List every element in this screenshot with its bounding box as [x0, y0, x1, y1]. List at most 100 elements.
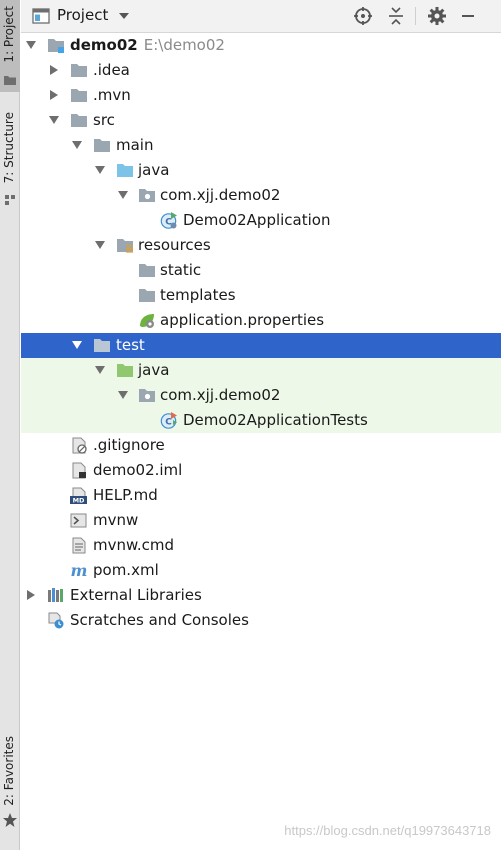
expanded-arrow-icon[interactable]: [71, 339, 83, 351]
module-name: demo02: [70, 36, 138, 54]
folder-icon: [94, 339, 110, 352]
tree-row-static[interactable]: static: [21, 258, 501, 283]
tree-row-gitignore[interactable]: .gitignore: [21, 433, 501, 458]
tree-item-label: .mvn: [93, 86, 131, 104]
tree-row-resources[interactable]: resources: [21, 233, 501, 258]
tree-row-main[interactable]: main: [21, 133, 501, 158]
module-folder-icon: [48, 39, 64, 53]
expanded-arrow-icon[interactable]: [94, 364, 106, 376]
tree-item-label: Demo02ApplicationTests: [183, 411, 368, 429]
tree-row-demo02[interactable]: demo02 E:\demo02: [21, 33, 501, 58]
tree-item-label: application.properties: [160, 311, 325, 329]
expanded-arrow-icon[interactable]: [94, 164, 106, 176]
tree-item-label: demo02 E:\demo02: [70, 36, 225, 54]
expanded-arrow-icon[interactable]: [71, 139, 83, 151]
project-tool-tab[interactable]: 1: Project: [0, 0, 20, 92]
structure-icon: [5, 195, 15, 205]
tree-item-label: demo02.iml: [93, 461, 183, 479]
tree-item-label: mvnw: [93, 511, 139, 529]
module-path: E:\demo02: [143, 36, 225, 54]
svg-text:C: C: [165, 418, 172, 428]
tree-item-label: .idea: [93, 61, 130, 79]
tree-item-label: templates: [160, 286, 236, 304]
tree-row-mvnw-cmd[interactable]: mvnw.cmd: [21, 533, 501, 558]
svg-text:m: m: [71, 562, 88, 579]
tree-row-application-properties[interactable]: application.properties: [21, 308, 501, 333]
tree-item-label: com.xjj.demo02: [160, 386, 281, 404]
locate-target-icon[interactable]: [352, 5, 374, 27]
source-root-folder-icon: [117, 164, 133, 177]
tree-item-label: pom.xml: [93, 561, 159, 579]
tree-item-label: Scratches and Consoles: [70, 611, 249, 629]
collapse-all-icon[interactable]: [385, 5, 407, 27]
tree-row-main-java[interactable]: java: [21, 158, 501, 183]
tree-row-idea[interactable]: .idea: [21, 58, 501, 83]
markdown-file-icon: MD: [70, 487, 87, 505]
tree-item-label: External Libraries: [70, 586, 202, 604]
maven-icon: m: [71, 562, 88, 579]
tree-row-demo02application[interactable]: C Demo02Application: [21, 208, 501, 233]
iml-file-icon: [72, 462, 86, 479]
tree-row-test[interactable]: test: [21, 333, 501, 358]
structure-tool-tab[interactable]: 7: Structure: [0, 110, 20, 210]
favorites-tool-tab[interactable]: 2: Favorites: [0, 730, 20, 840]
project-folder-icon: [4, 76, 16, 85]
tree-item-label: java: [138, 161, 170, 179]
folder-icon: [71, 64, 87, 77]
expanded-arrow-icon[interactable]: [117, 389, 129, 401]
left-tool-strip: 1: Project 7: Structure 2: Favorites: [0, 0, 20, 850]
minimize-icon[interactable]: [457, 5, 479, 27]
expanded-arrow-icon[interactable]: [117, 189, 129, 201]
folder-icon: [94, 139, 110, 152]
expanded-arrow-icon[interactable]: [48, 114, 60, 126]
tree-row-test-package[interactable]: com.xjj.demo02: [21, 383, 501, 408]
project-view-icon: [32, 8, 50, 24]
favorites-tab-label: 2: Favorites: [2, 736, 16, 806]
tree-row-main-package[interactable]: com.xjj.demo02: [21, 183, 501, 208]
tree-row-templates[interactable]: templates: [21, 283, 501, 308]
expanded-arrow-icon[interactable]: [94, 239, 106, 251]
tree-item-label: java: [138, 361, 170, 379]
structure-tab-label: 7: Structure: [2, 112, 16, 184]
test-class-icon: C: [160, 412, 177, 429]
tree-row-mvn[interactable]: .mvn: [21, 83, 501, 108]
expanded-arrow-icon[interactable]: [25, 39, 37, 51]
tree-item-label: mvnw.cmd: [93, 536, 175, 554]
folder-icon: [71, 114, 87, 127]
scratches-icon: [48, 612, 64, 629]
project-view-title[interactable]: Project: [57, 6, 108, 24]
collapsed-arrow-icon[interactable]: [48, 89, 60, 101]
tree-row-help-md[interactable]: MD HELP.md: [21, 483, 501, 508]
tree-item-label: Demo02Application: [183, 211, 331, 229]
folder-icon: [139, 289, 155, 302]
folder-icon: [139, 264, 155, 277]
test-root-folder-icon: [117, 364, 133, 377]
tree-row-src[interactable]: src: [21, 108, 501, 133]
collapsed-arrow-icon[interactable]: [48, 64, 60, 76]
libraries-icon: [48, 588, 63, 602]
tree-row-scratches-and-consoles[interactable]: Scratches and Consoles: [21, 608, 501, 633]
tree-row-mvnw[interactable]: mvnw: [21, 508, 501, 533]
spring-properties-icon: [140, 314, 154, 328]
watermark-text: https://blog.csdn.net/q19973643718: [284, 823, 491, 838]
tree-row-test-java[interactable]: java: [21, 358, 501, 383]
svg-text:MD: MD: [73, 497, 85, 505]
folder-icon: [71, 89, 87, 102]
star-icon: [3, 813, 17, 827]
tree-row-external-libraries[interactable]: External Libraries: [21, 583, 501, 608]
spring-boot-class-icon: C: [160, 212, 177, 229]
package-icon: [139, 389, 155, 402]
ignored-file-icon: [72, 437, 87, 454]
tree-item-label: HELP.md: [93, 486, 158, 504]
collapsed-arrow-icon[interactable]: [25, 589, 37, 601]
gear-icon[interactable]: [426, 5, 448, 27]
tree-item-label: static: [160, 261, 202, 279]
tree-item-label: src: [93, 111, 115, 129]
tree-item-label: main: [116, 136, 154, 154]
tree-row-pom-xml[interactable]: m pom.xml: [21, 558, 501, 583]
dropdown-arrow-icon[interactable]: [118, 12, 130, 20]
tree-row-demo02applicationtests[interactable]: C Demo02ApplicationTests: [21, 408, 501, 433]
resources-folder-icon: [117, 239, 133, 253]
tree-row-demo02-iml[interactable]: demo02.iml: [21, 458, 501, 483]
text-file-icon: [72, 537, 86, 554]
